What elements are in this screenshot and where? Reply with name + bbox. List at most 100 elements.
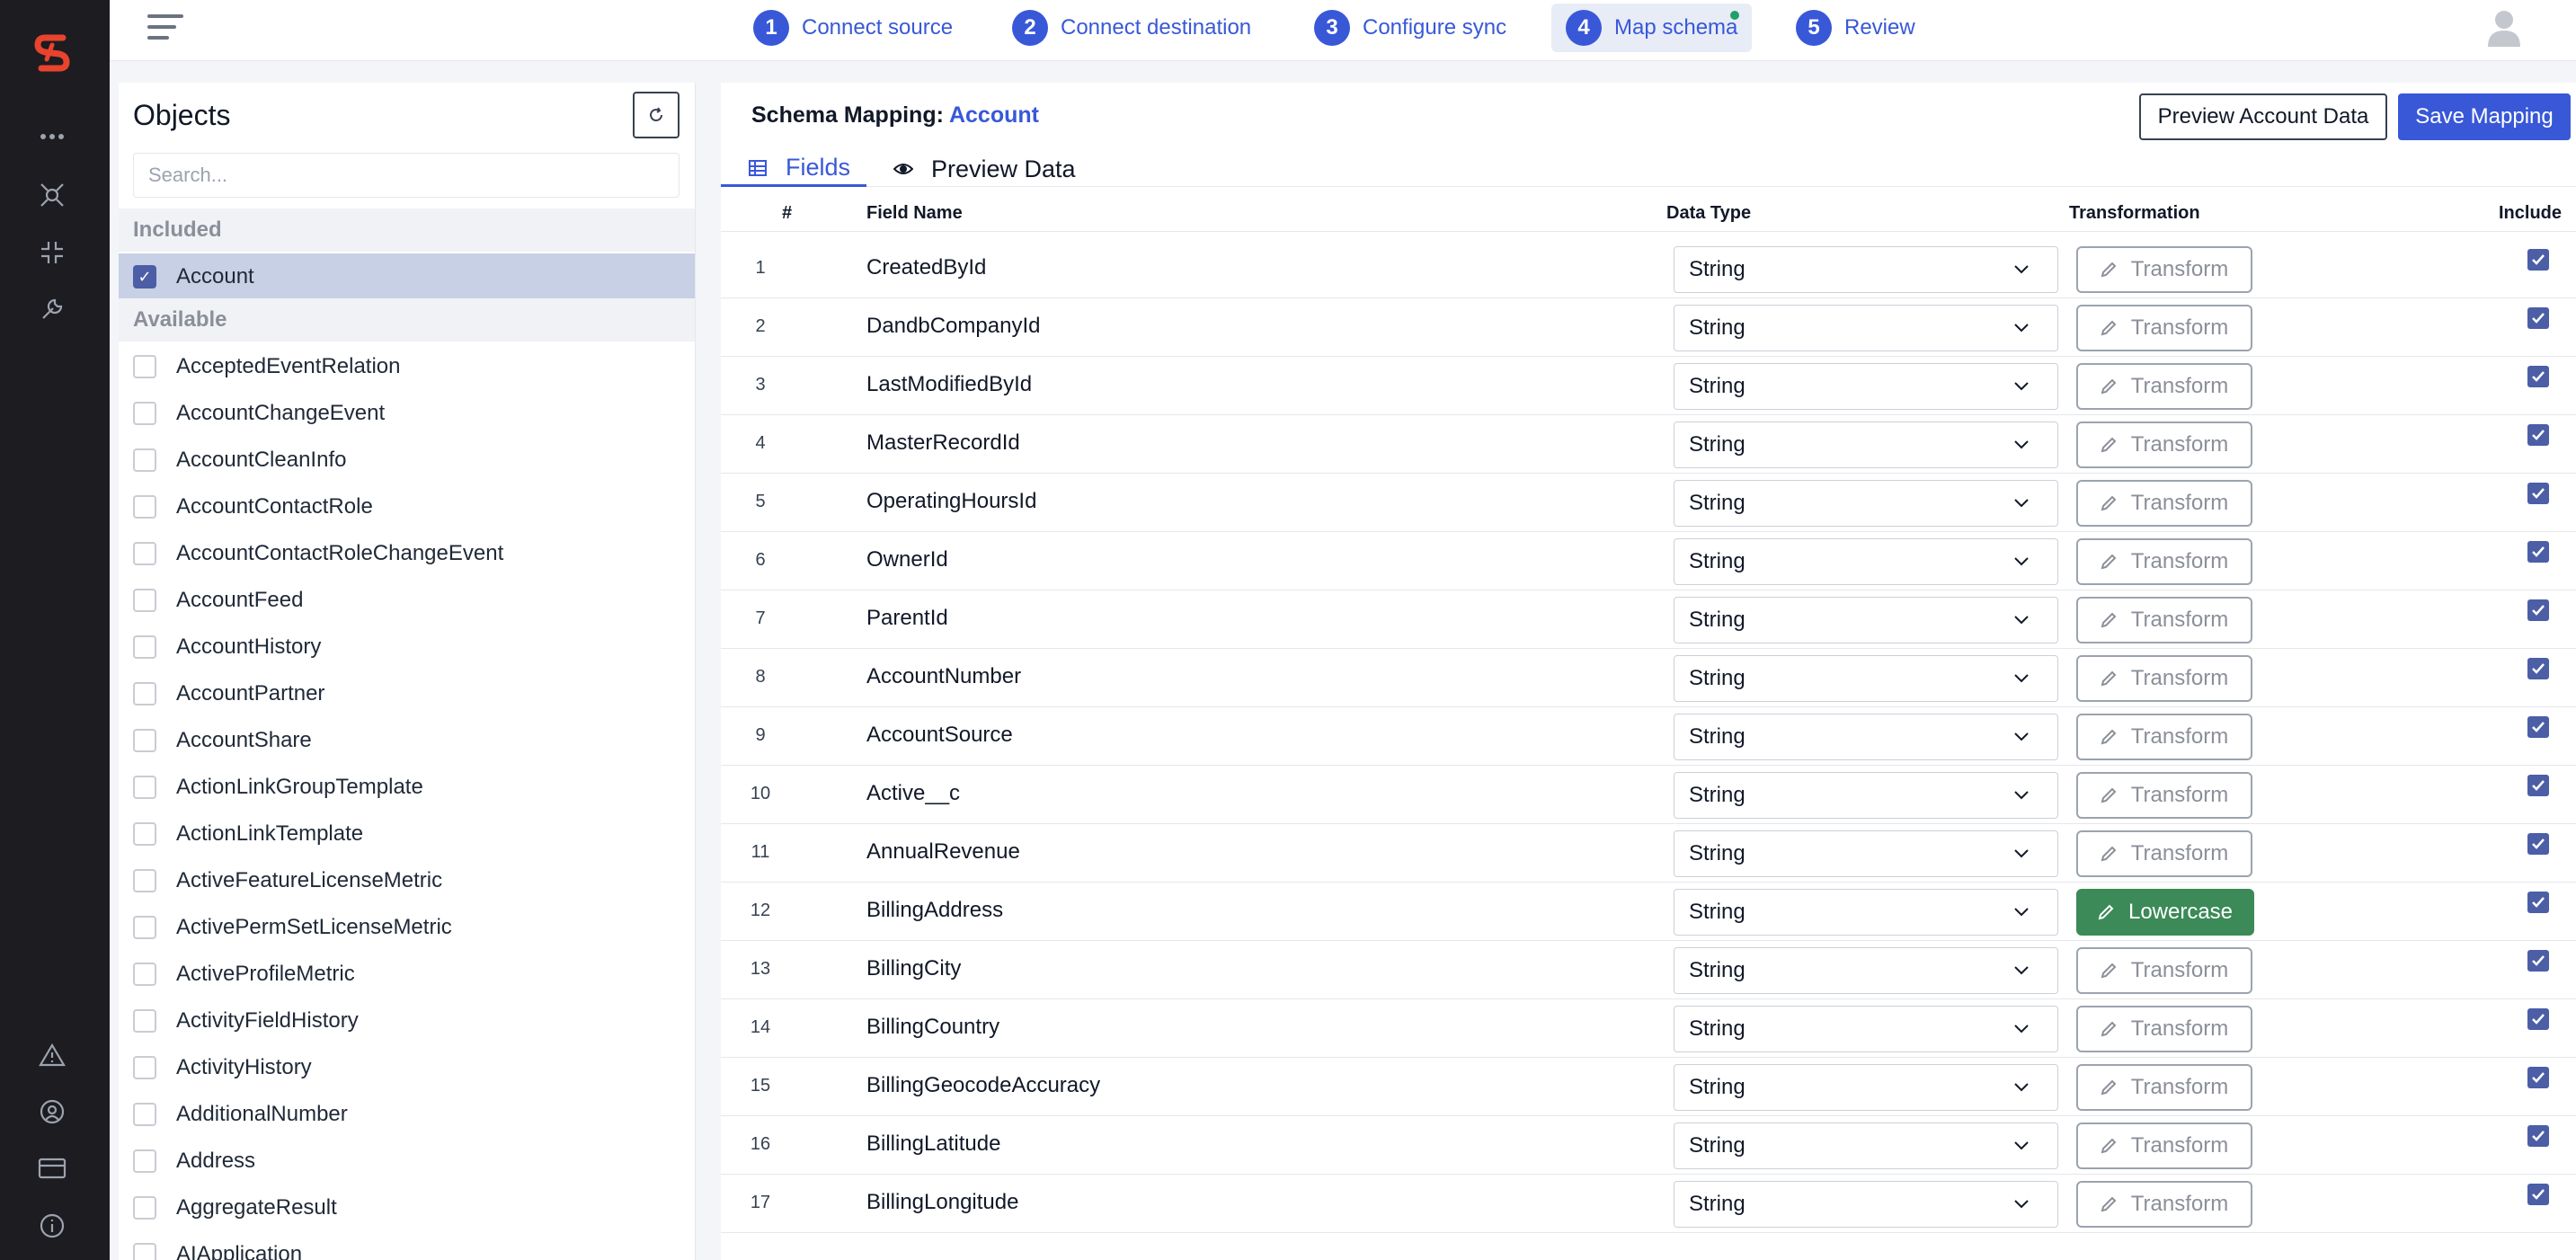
include-checkbox[interactable] bbox=[2527, 1125, 2549, 1147]
data-type-select[interactable]: String bbox=[1674, 421, 2058, 468]
include-checkbox[interactable] bbox=[2527, 366, 2549, 387]
step-review[interactable]: 5 Review bbox=[1781, 4, 1930, 52]
checkbox-unchecked[interactable] bbox=[133, 1149, 156, 1173]
step-connect-destination[interactable]: 2 Connect destination bbox=[998, 4, 1266, 52]
transform-button[interactable]: Transform bbox=[2076, 1064, 2252, 1111]
include-checkbox[interactable] bbox=[2527, 249, 2549, 271]
checkbox-unchecked[interactable] bbox=[133, 963, 156, 986]
data-type-select[interactable]: String bbox=[1674, 480, 2058, 527]
checkbox-checked[interactable]: ✓ bbox=[133, 265, 156, 288]
connections-icon[interactable] bbox=[36, 179, 68, 211]
list-item[interactable]: AccountPartner bbox=[119, 670, 695, 717]
include-checkbox[interactable] bbox=[2527, 716, 2549, 738]
transform-button[interactable]: Transform bbox=[2076, 421, 2252, 468]
list-item[interactable]: AccountShare bbox=[119, 717, 695, 764]
list-item[interactable]: AdditionalNumber bbox=[119, 1091, 695, 1138]
data-type-select[interactable]: String bbox=[1674, 538, 2058, 585]
include-checkbox[interactable] bbox=[2527, 833, 2549, 855]
avatar[interactable] bbox=[2486, 9, 2522, 47]
data-type-select[interactable]: String bbox=[1674, 655, 2058, 702]
transform-button[interactable]: Transform bbox=[2076, 1181, 2252, 1228]
transform-button[interactable]: Transform bbox=[2076, 480, 2252, 527]
transform-button[interactable]: Transform bbox=[2076, 714, 2252, 760]
include-checkbox[interactable] bbox=[2527, 1184, 2549, 1205]
checkbox-unchecked[interactable] bbox=[133, 1103, 156, 1126]
transform-button[interactable]: Transform bbox=[2076, 305, 2252, 351]
list-item[interactable]: AIApplication bbox=[119, 1231, 695, 1260]
list-item[interactable]: ActionLinkGroupTemplate bbox=[119, 764, 695, 811]
include-checkbox[interactable] bbox=[2527, 307, 2549, 329]
checkbox-unchecked[interactable] bbox=[133, 495, 156, 519]
include-checkbox[interactable] bbox=[2527, 1008, 2549, 1030]
objects-search-input[interactable] bbox=[133, 153, 680, 198]
transform-button[interactable]: Transform bbox=[2076, 538, 2252, 585]
step-configure-sync[interactable]: 3 Configure sync bbox=[1300, 4, 1521, 52]
list-item[interactable]: ActivityHistory bbox=[119, 1044, 695, 1091]
checkbox-unchecked[interactable] bbox=[133, 402, 156, 425]
menu-icon[interactable] bbox=[147, 13, 183, 41]
checkbox-unchecked[interactable] bbox=[133, 1009, 156, 1033]
data-type-select[interactable]: String bbox=[1674, 1122, 2058, 1169]
include-checkbox[interactable] bbox=[2527, 950, 2549, 972]
list-item[interactable]: AccountFeed bbox=[119, 577, 695, 624]
checkbox-unchecked[interactable] bbox=[133, 682, 156, 705]
include-checkbox[interactable] bbox=[2527, 775, 2549, 796]
list-item[interactable]: ActiveFeatureLicenseMetric bbox=[119, 857, 695, 904]
data-type-select[interactable]: String bbox=[1674, 1181, 2058, 1228]
checkbox-unchecked[interactable] bbox=[133, 822, 156, 846]
transform-button[interactable]: Transform bbox=[2076, 246, 2252, 293]
checkbox-unchecked[interactable] bbox=[133, 729, 156, 752]
more-icon[interactable] bbox=[36, 120, 68, 153]
brand-logo-icon[interactable] bbox=[32, 32, 72, 74]
data-type-select[interactable]: String bbox=[1674, 772, 2058, 819]
data-type-select[interactable]: String bbox=[1674, 597, 2058, 643]
transform-button[interactable]: Transform bbox=[2076, 772, 2252, 819]
checkbox-unchecked[interactable] bbox=[133, 355, 156, 378]
include-checkbox[interactable] bbox=[2527, 483, 2549, 504]
step-connect-source[interactable]: 1 Connect source bbox=[739, 4, 967, 52]
checkbox-unchecked[interactable] bbox=[133, 1196, 156, 1220]
checkbox-unchecked[interactable] bbox=[133, 589, 156, 612]
checkbox-unchecked[interactable] bbox=[133, 869, 156, 892]
data-type-select[interactable]: String bbox=[1674, 1006, 2058, 1052]
list-item[interactable]: AccountChangeEvent bbox=[119, 390, 695, 437]
include-checkbox[interactable] bbox=[2527, 658, 2549, 679]
include-checkbox[interactable] bbox=[2527, 424, 2549, 446]
list-item-included[interactable]: ✓ Account bbox=[119, 253, 695, 300]
save-mapping-button[interactable]: Save Mapping bbox=[2398, 93, 2571, 140]
list-item[interactable]: Address bbox=[119, 1138, 695, 1185]
tab-fields[interactable]: Fields bbox=[721, 151, 866, 187]
alert-icon[interactable] bbox=[36, 1039, 68, 1071]
wrench-icon[interactable] bbox=[36, 293, 68, 325]
list-item[interactable]: AggregateResult bbox=[119, 1185, 695, 1231]
transform-button[interactable]: Transform bbox=[2076, 830, 2252, 877]
include-checkbox[interactable] bbox=[2527, 541, 2549, 563]
transform-button[interactable]: Lowercase bbox=[2076, 889, 2254, 936]
list-item[interactable]: AccountCleanInfo bbox=[119, 437, 695, 484]
list-item[interactable]: AcceptedEventRelation bbox=[119, 343, 695, 390]
info-icon[interactable] bbox=[36, 1210, 68, 1242]
tab-preview-data[interactable]: Preview Data bbox=[893, 151, 1076, 187]
transform-button[interactable]: Transform bbox=[2076, 655, 2252, 702]
billing-card-icon[interactable] bbox=[36, 1152, 68, 1185]
step-map-schema[interactable]: 4 Map schema bbox=[1551, 4, 1753, 52]
list-item[interactable]: ActiveProfileMetric bbox=[119, 951, 695, 998]
transform-button[interactable]: Transform bbox=[2076, 363, 2252, 410]
checkbox-unchecked[interactable] bbox=[133, 542, 156, 565]
list-item[interactable]: ActivePermSetLicenseMetric bbox=[119, 904, 695, 951]
data-type-select[interactable]: String bbox=[1674, 363, 2058, 410]
data-type-select[interactable]: String bbox=[1674, 947, 2058, 994]
list-item[interactable]: ActionLinkTemplate bbox=[119, 811, 695, 857]
include-checkbox[interactable] bbox=[2527, 1067, 2549, 1088]
transform-button[interactable]: Transform bbox=[2076, 1006, 2252, 1052]
checkbox-unchecked[interactable] bbox=[133, 1056, 156, 1079]
list-item[interactable]: AccountContactRole bbox=[119, 484, 695, 530]
transform-button[interactable]: Transform bbox=[2076, 947, 2252, 994]
data-type-select[interactable]: String bbox=[1674, 889, 2058, 936]
transform-button[interactable]: Transform bbox=[2076, 1122, 2252, 1169]
transform-button[interactable]: Transform bbox=[2076, 597, 2252, 643]
preview-account-data-button[interactable]: Preview Account Data bbox=[2139, 93, 2387, 140]
list-item[interactable]: AccountHistory bbox=[119, 624, 695, 670]
checkbox-unchecked[interactable] bbox=[133, 448, 156, 472]
include-checkbox[interactable] bbox=[2527, 599, 2549, 621]
